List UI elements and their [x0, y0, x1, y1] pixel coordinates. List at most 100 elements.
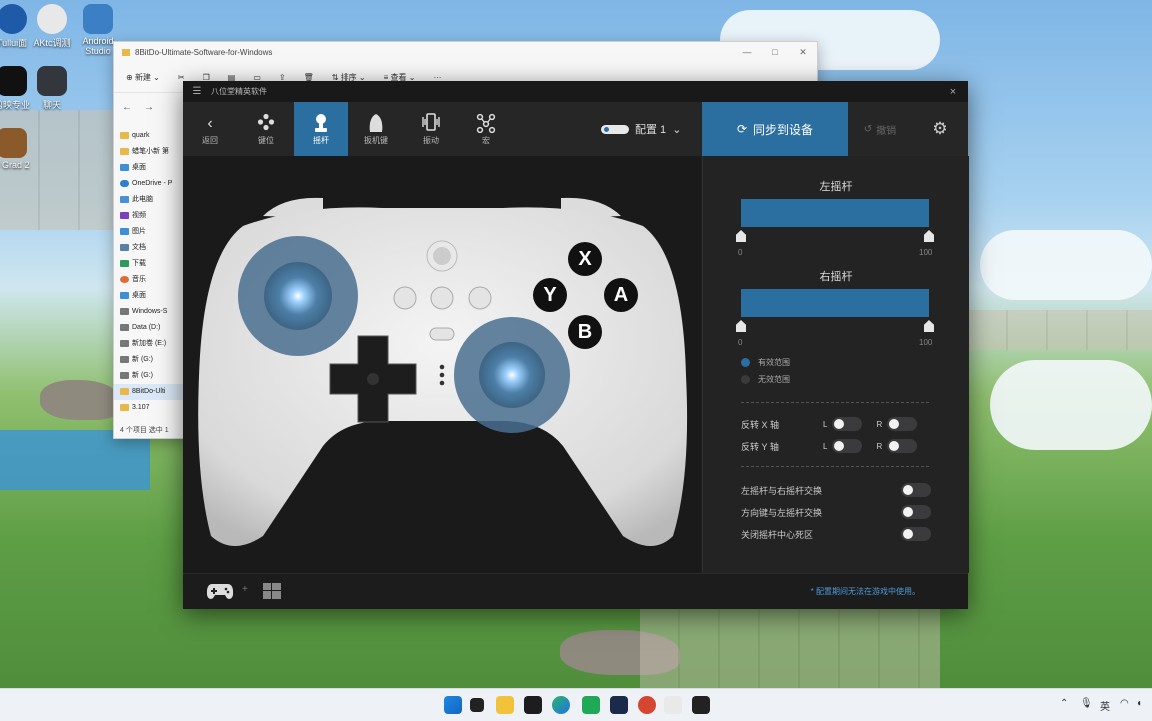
game-icon: [0, 128, 27, 158]
video-icon: [120, 211, 129, 219]
sync-to-device-button[interactable]: ⟳ 同步到设备: [702, 102, 848, 156]
swap-dpad-toggle[interactable]: [901, 505, 931, 519]
left-stick-max-label: 100: [919, 248, 933, 257]
tab-macro[interactable]: 宏: [459, 102, 513, 156]
chat-app-icon[interactable]: [582, 696, 600, 714]
chevron-up-icon[interactable]: ⌃: [1060, 698, 1068, 709]
undo-icon: ↺: [863, 123, 873, 135]
tree-item[interactable]: Data (D:): [114, 320, 186, 336]
tree-item[interactable]: 视频: [114, 208, 186, 224]
desktop-icon[interactable]: d Grad 2: [0, 128, 40, 170]
start-windows-icon[interactable]: [444, 696, 462, 714]
left-stick-range-bar[interactable]: [741, 199, 929, 227]
invert-y-left-toggle[interactable]: [832, 439, 863, 453]
legend-valid: 有效范围: [741, 357, 790, 368]
new-button[interactable]: ⊕ 新建 ⌄: [126, 72, 160, 83]
deadzone-toggle[interactable]: [901, 527, 931, 541]
tree-item[interactable]: 3.107: [114, 400, 186, 416]
tree-item[interactable]: 下载: [114, 256, 186, 272]
task-view-icon[interactable]: [470, 698, 484, 712]
tree-item[interactable]: 文档: [114, 240, 186, 256]
tree-item[interactable]: Windows-S: [114, 304, 186, 320]
undo-button[interactable]: ↺ 撤销: [855, 102, 905, 156]
profile-button[interactable]: [429, 327, 455, 341]
tree-item[interactable]: 图片: [114, 224, 186, 240]
right-stick-title: 右摇杆: [819, 271, 853, 283]
x-button[interactable]: X: [568, 242, 602, 276]
right-stick-min-label: 0: [738, 338, 743, 347]
refresh-icon: ⟳: [736, 122, 748, 136]
rock: [40, 380, 120, 420]
invert-x-left-toggle[interactable]: [832, 417, 863, 431]
profile-selector[interactable]: 配置 1 ⌄: [601, 102, 681, 156]
tab-joystick[interactable]: 摇杆: [294, 102, 348, 156]
profile-label: 配置 1: [635, 124, 667, 136]
right-stick[interactable]: [479, 342, 545, 408]
app-icon[interactable]: [524, 696, 542, 714]
file-explorer-icon[interactable]: [496, 696, 514, 714]
app-icon[interactable]: [664, 696, 682, 714]
tree-item[interactable]: 蜡笔小新 第: [114, 144, 186, 160]
tree-item[interactable]: quark: [114, 128, 186, 144]
wifi-icon[interactable]: ◠: [1120, 698, 1129, 709]
gamepad-icon: [207, 582, 233, 605]
drive-icon: [120, 339, 129, 347]
tree-item[interactable]: 新 (G:): [114, 352, 186, 368]
tab-vibration[interactable]: 振动: [404, 102, 458, 156]
led-dot: [439, 364, 445, 370]
volume-icon[interactable]: ◖: [1136, 698, 1142, 709]
picture-icon: [120, 227, 129, 235]
download-icon: [120, 259, 129, 267]
right-stick-max-handle[interactable]: [924, 320, 934, 332]
right-stick-range-bar[interactable]: [741, 289, 929, 317]
settings-button[interactable]: ⚙: [925, 102, 955, 156]
media-icon[interactable]: [638, 696, 656, 714]
tree-item[interactable]: 新 (G:): [114, 368, 186, 384]
tab-trigger[interactable]: 扳机键: [349, 102, 403, 156]
minimize-button[interactable]: —: [733, 47, 761, 58]
select-button[interactable]: [393, 286, 417, 310]
back-arrow-icon[interactable]: ←: [122, 102, 132, 113]
left-stick-min-handle[interactable]: [736, 230, 746, 242]
game-launcher-icon[interactable]: [610, 696, 628, 714]
app-icon: [37, 4, 67, 34]
left-stick[interactable]: [264, 262, 332, 330]
b-button[interactable]: B: [568, 315, 602, 349]
tab-buttons[interactable]: 键位: [239, 102, 293, 156]
invert-y-right-toggle[interactable]: [887, 439, 918, 453]
trigger-icon: [368, 113, 384, 135]
input-language[interactable]: 英: [1100, 698, 1110, 713]
tree-item[interactable]: 此电脑: [114, 192, 186, 208]
tree-item[interactable]: 桌面: [114, 288, 186, 304]
hamburger-menu-icon[interactable]: ☰: [183, 86, 211, 97]
tree-item[interactable]: 音乐: [114, 272, 186, 288]
close-button[interactable]: ×: [938, 86, 968, 98]
left-stick-max-handle[interactable]: [924, 230, 934, 242]
stone-wall: [968, 310, 1152, 350]
star-button[interactable]: [430, 286, 454, 310]
divider: [741, 466, 929, 467]
right-stick-min-handle[interactable]: [736, 320, 746, 332]
a-button[interactable]: A: [604, 278, 638, 312]
close-button[interactable]: ✕: [789, 47, 817, 58]
y-button[interactable]: Y: [533, 278, 567, 312]
desktop-icon[interactable]: 聊天: [24, 66, 80, 111]
8bitdo-taskbar-icon[interactable]: [692, 696, 710, 714]
swap-sticks-toggle[interactable]: [901, 483, 931, 497]
forward-arrow-icon[interactable]: →: [144, 102, 154, 113]
tree-item[interactable]: OneDrive - P: [114, 176, 186, 192]
tree-item[interactable]: 新加卷 (E:): [114, 336, 186, 352]
8bitdo-app-window[interactable]: ☰ 八位堂精英软件 × ‹ 返回 键位 摇杆 扳机键 振动 宏 配置 1 ⌄ ⟳…: [183, 81, 969, 609]
swap-dpad-row: 方向键与左摇杆交换: [741, 504, 931, 520]
tree-item[interactable]: 桌面: [114, 160, 186, 176]
legend-invalid: 无效范围: [741, 374, 790, 385]
tab-back[interactable]: ‹ 返回: [183, 102, 237, 156]
invert-x-right-toggle[interactable]: [887, 417, 918, 431]
controller-stage: X Y A B: [183, 156, 701, 573]
start-button[interactable]: [468, 286, 492, 310]
footer-note: * 配置期间无法在游戏中使用。: [810, 587, 920, 596]
maximize-button[interactable]: □: [761, 47, 789, 58]
tree-item-selected[interactable]: 8BitDo-Ulti: [114, 384, 186, 400]
microphone-icon[interactable]: 🎙: [1080, 698, 1093, 709]
edge-icon[interactable]: [552, 696, 570, 714]
